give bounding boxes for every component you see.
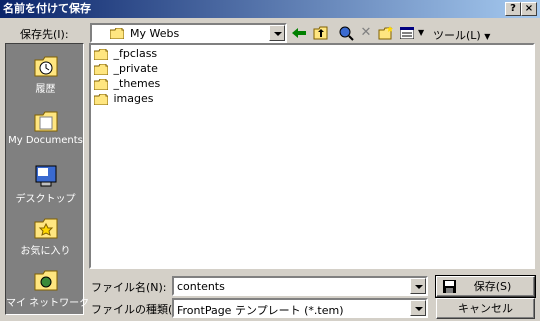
close-button[interactable]: × — [521, 2, 537, 16]
cancel-button-label: キャンセル — [458, 302, 513, 315]
place-favorites[interactable]: お気に入り — [6, 216, 85, 257]
place-my-network[interactable]: マイ ネットワーク — [6, 268, 90, 309]
tools-menu[interactable]: ツール(L) ▼ — [433, 27, 490, 43]
cancel-button[interactable]: キャンセル — [436, 298, 535, 319]
delete-icon[interactable]: ✕ — [356, 24, 376, 42]
file-list[interactable]: _fpclass _private _themes images — [89, 43, 535, 269]
folder-icon — [110, 28, 124, 39]
chevron-down-icon[interactable] — [410, 300, 426, 316]
list-item[interactable]: _themes — [94, 77, 160, 92]
file-name: _fpclass — [113, 47, 158, 60]
floppy-disk-icon — [443, 280, 456, 293]
filename-label: ファイル名(N): — [91, 281, 167, 294]
list-item[interactable]: _fpclass — [94, 47, 157, 62]
place-label: 履歴 — [35, 84, 56, 95]
window-title: 名前を付けて保存 — [3, 2, 91, 15]
history-folder-icon — [34, 56, 57, 77]
file-name: _themes — [113, 77, 161, 90]
place-label: お気に入り — [20, 246, 71, 257]
favorites-folder-icon — [34, 218, 57, 239]
chevron-down-icon: ▼ — [484, 32, 491, 41]
place-label: デスクトップ — [15, 194, 76, 205]
save-button-label: 保存(S) — [473, 280, 512, 293]
folder-icon — [94, 48, 108, 60]
file-name: _private — [113, 62, 158, 75]
back-arrow-icon[interactable] — [289, 24, 309, 42]
folder-icon — [94, 78, 108, 90]
filename-value: contents — [177, 280, 225, 293]
new-folder-icon[interactable] — [376, 24, 396, 42]
folder-icon — [94, 63, 108, 75]
save-in-value: My Webs — [130, 27, 180, 40]
save-in-dropdown[interactable]: My Webs — [90, 23, 287, 43]
filetype-value: FrontPage テンプレート (*.tem) — [177, 304, 344, 317]
file-name: images — [113, 92, 154, 105]
views-menu-icon[interactable]: ▼ — [398, 24, 426, 42]
desktop-icon — [35, 165, 56, 187]
web-search-icon[interactable] — [336, 24, 356, 42]
title-bar: 名前を付けて保存 ? × — [0, 0, 540, 18]
folder-icon — [94, 93, 108, 105]
chevron-down-icon[interactable] — [410, 278, 426, 294]
documents-folder-icon — [34, 111, 57, 132]
place-label: マイ ネットワーク — [6, 298, 90, 309]
network-folder-icon — [34, 270, 57, 291]
save-in-label: 保存先(I): — [20, 28, 69, 41]
up-folder-icon[interactable] — [311, 24, 331, 42]
save-button[interactable]: 保存(S) — [435, 275, 536, 298]
list-item[interactable]: _private — [94, 62, 158, 77]
list-item[interactable]: images — [94, 92, 154, 107]
place-desktop[interactable]: デスクトップ — [6, 164, 85, 205]
filetype-dropdown[interactable]: FrontPage テンプレート (*.tem) — [172, 298, 428, 318]
place-my-documents[interactable]: My Documents — [6, 109, 85, 146]
tools-menu-label: ツール(L) — [433, 29, 481, 42]
help-button[interactable]: ? — [505, 2, 521, 16]
places-bar: 履歴 My Documents デスクトップ お気に入り マイ ネットワーク — [5, 43, 90, 315]
chevron-down-icon[interactable] — [269, 25, 285, 41]
place-history[interactable]: 履歴 — [6, 54, 85, 95]
filename-input[interactable]: contents — [172, 276, 428, 296]
place-label: My Documents — [8, 135, 83, 146]
